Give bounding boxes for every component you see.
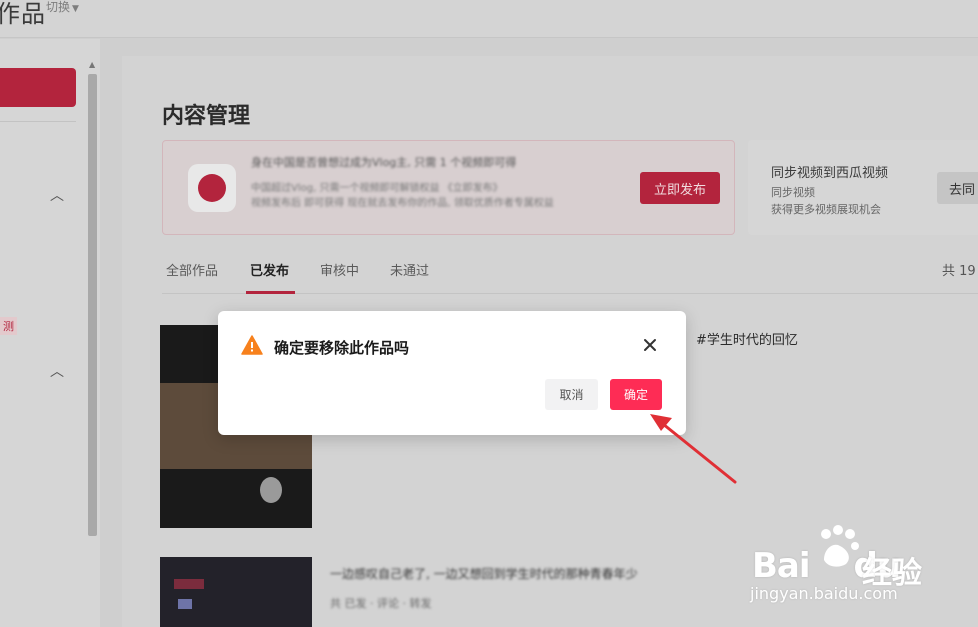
sidebar: ︿ 测 ︿ [0,39,100,627]
page-title: 内容管理 [162,104,251,129]
publish-now-button[interactable]: 立即发布 [640,172,720,204]
sidebar-badge: 测 [0,317,17,335]
warning-icon [241,335,263,355]
caret-down-icon[interactable]: ▼ [72,4,79,14]
tab-published[interactable]: 已发布 [250,260,289,279]
header-logo: 作品 [0,0,46,28]
scroll-up-arrow-icon[interactable]: ▲ [89,60,95,69]
xigua-description: 获得更多视频展现机会 [771,203,881,216]
promo-description-2: 视频发布后 即可获得 现在就去发布你的作品, 领取优质作者专属权益 [251,198,554,209]
chevron-up-icon[interactable]: ︿ [50,361,64,381]
content-tabs: 全部作品 已发布 审核中 未通过 共 19 [162,256,978,294]
confirm-button[interactable]: 确定 [610,379,662,410]
goto-sync-button[interactable]: 去同 [937,172,978,204]
xigua-sync-card: 同步视频到西瓜视频 同步视频 获得更多视频展现机会 去同 [748,140,978,235]
switch-label[interactable]: 切换 [46,0,70,14]
cancel-button[interactable]: 取消 [545,379,598,410]
tab-all-works[interactable]: 全部作品 [166,260,218,279]
active-tab-indicator [246,291,295,294]
video-thumbnail[interactable] [160,557,312,627]
chevron-up-icon[interactable]: ︿ [50,185,64,205]
close-icon[interactable] [642,337,658,353]
sidebar-primary-button[interactable] [0,68,76,107]
video-title[interactable]: #学生时代的回忆 [696,329,798,348]
video-title[interactable]: 一边感叹自己老了, 一边又想回到学生时代的那种青春年少 [330,565,638,582]
dialog-title: 确定要移除此作品吗 [274,339,410,357]
sidebar-divider [0,121,76,122]
confirm-remove-dialog: 确定要移除此作品吗 取消 确定 [218,311,686,435]
account-switch[interactable]: 切换 ▼ [46,0,79,15]
tab-rejected[interactable]: 未通过 [390,260,429,279]
top-bar: 作品 切换 ▼ [0,0,978,38]
promo-headline: 身在中国是否曾想过成为Vlog主, 只需 1 个视频即可得 [251,156,517,169]
promo-app-icon [188,164,236,212]
baidu-jingyan-watermark: Bai du 经验 jingyan.baidu.com [746,522,978,627]
promo-description: 中国超过Vlog, 只需一个视频即可解锁权益 《立即发布》 [251,183,503,194]
promo-banner: 身在中国是否曾想过成为Vlog主, 只需 1 个视频即可得 中国超过Vlog, … [162,140,735,235]
video-meta: 共 已发 · 评论 · 转发 [330,597,432,610]
xigua-subtitle: 同步视频 [771,186,815,199]
scrollbar-thumb[interactable] [88,74,97,536]
tab-under-review[interactable]: 审核中 [320,260,359,279]
xigua-title: 同步视频到西瓜视频 [771,166,889,181]
total-count: 共 19 [942,264,976,279]
watermark-url: jingyan.baidu.com [750,584,898,603]
